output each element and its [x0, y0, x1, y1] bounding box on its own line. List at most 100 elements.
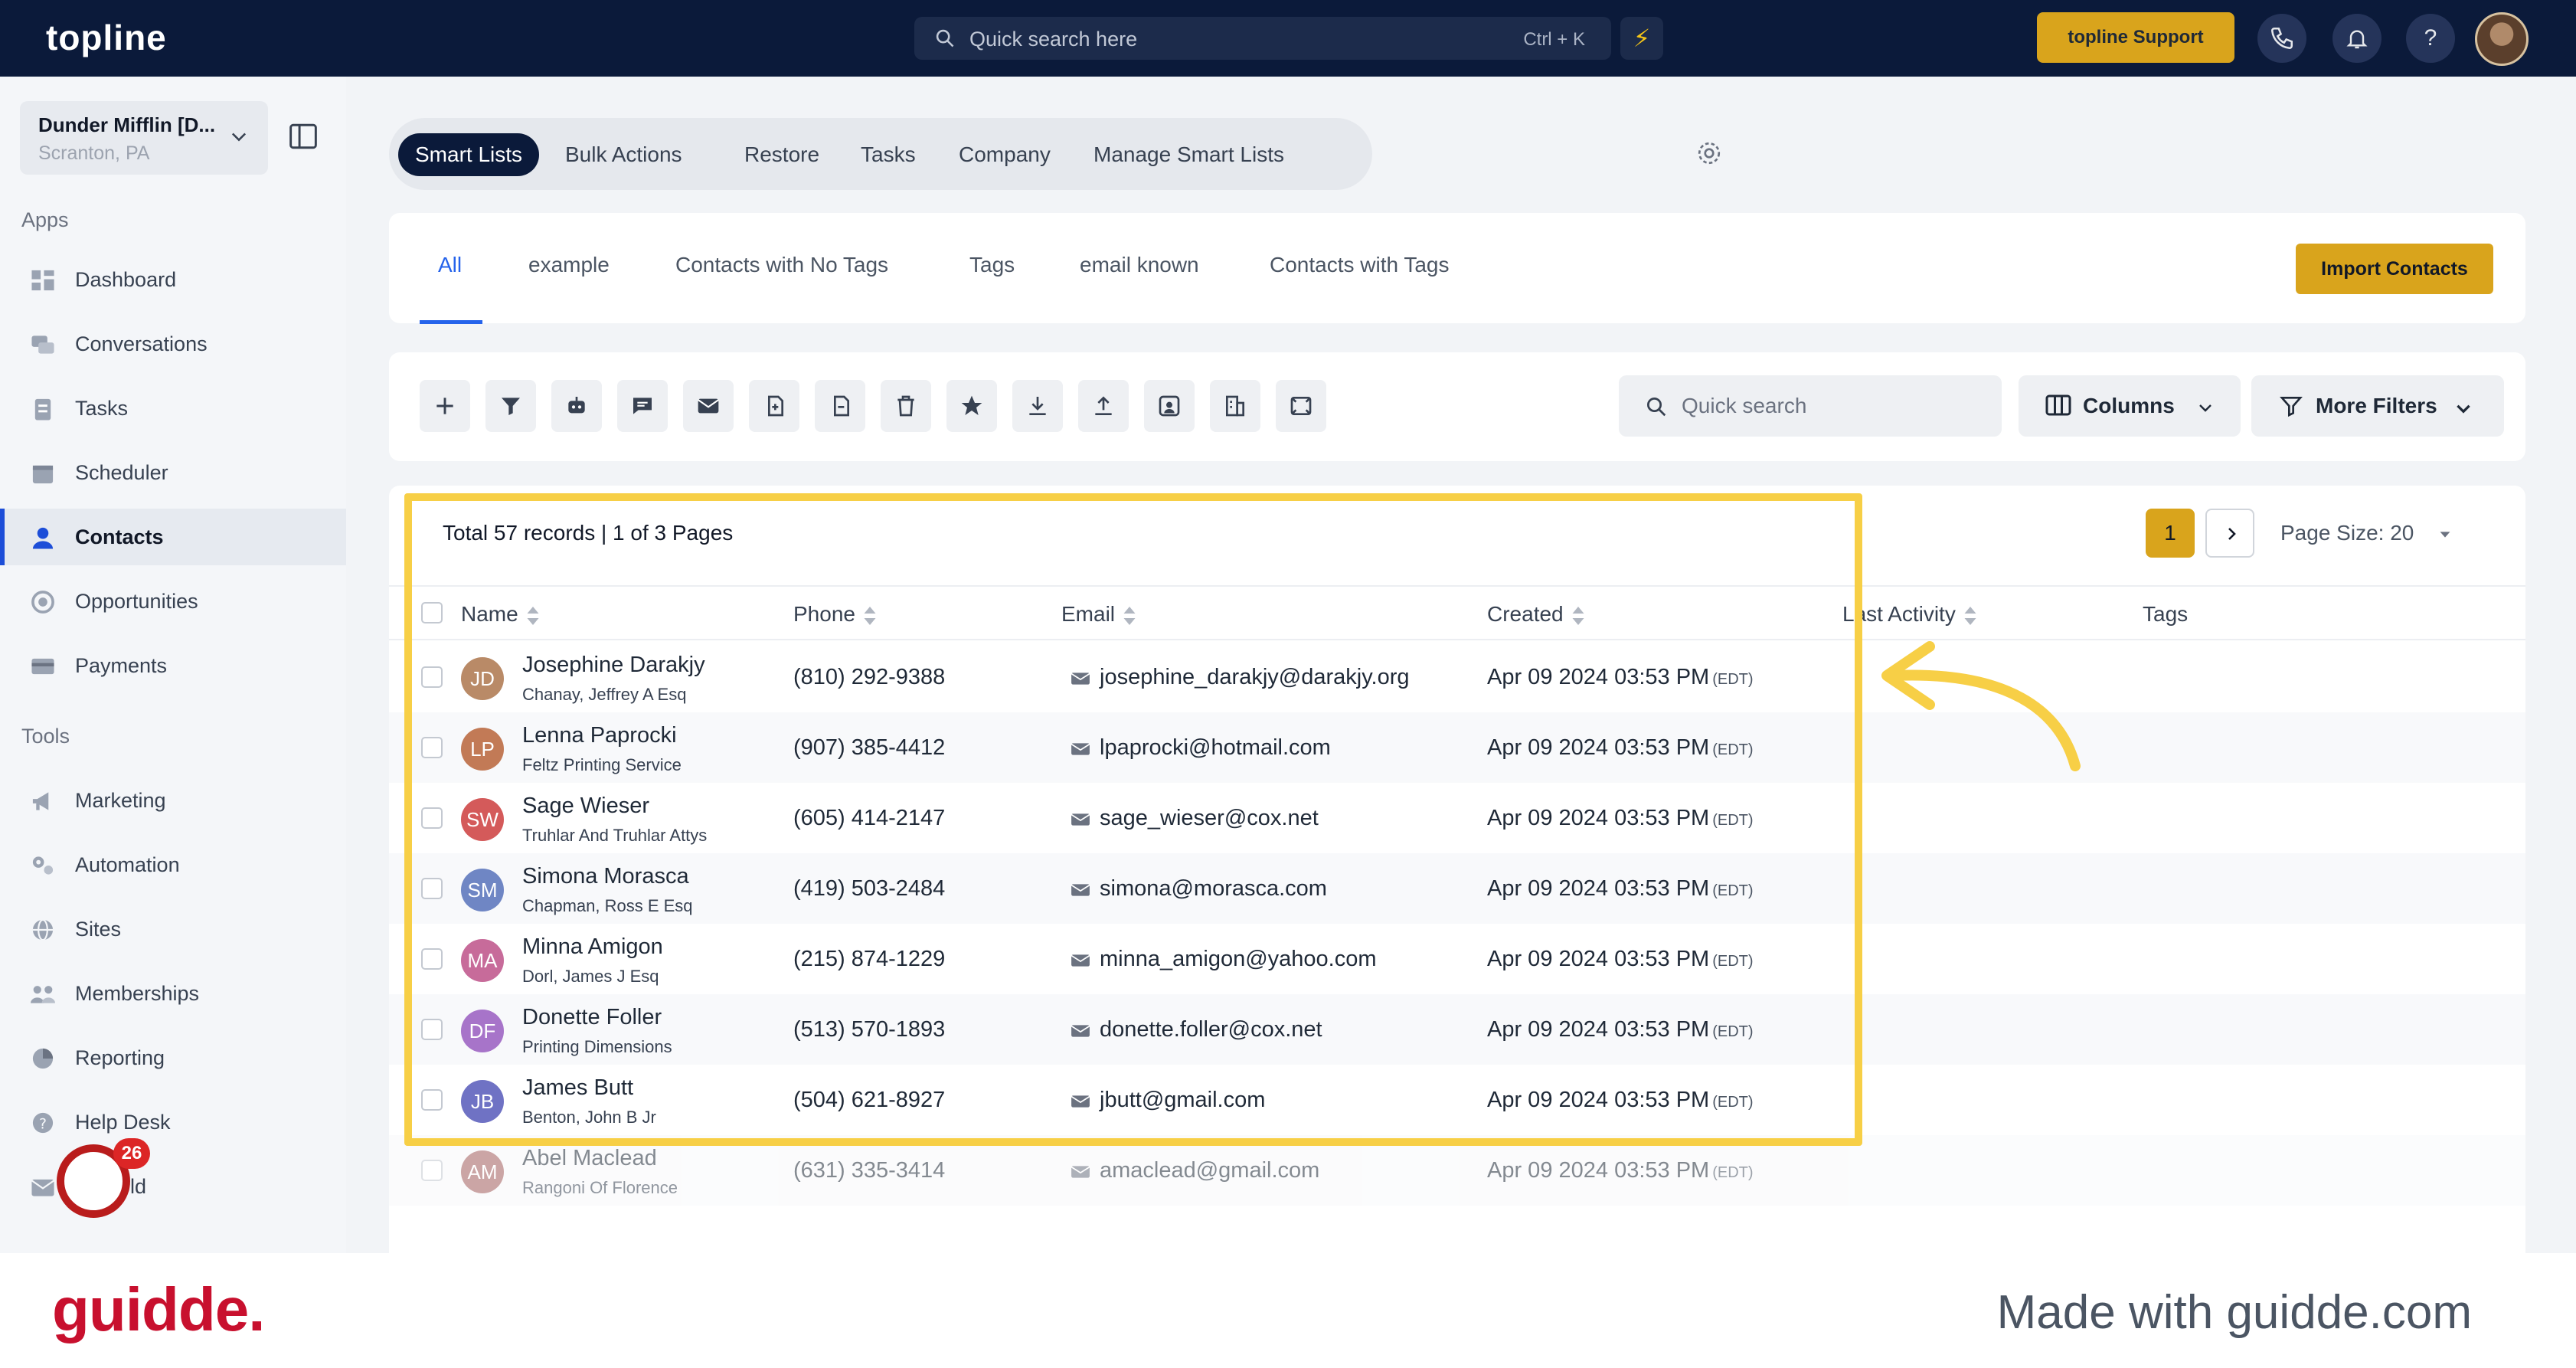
company-button[interactable]: [1210, 380, 1260, 432]
sidebar-item-help-desk[interactable]: ? Help Desk: [0, 1094, 346, 1150]
columns-icon: [2045, 394, 2071, 416]
support-button[interactable]: topline Support: [2037, 12, 2234, 63]
merge-button[interactable]: [1144, 380, 1195, 432]
tab-email-known[interactable]: email known: [1080, 253, 1199, 277]
import-contacts-button[interactable]: Import Contacts: [2296, 244, 2493, 294]
bell-icon[interactable]: [2332, 14, 2381, 63]
lightning-icon[interactable]: ⚡: [1620, 17, 1663, 60]
target-icon: [31, 591, 54, 614]
card-view-button[interactable]: [1276, 380, 1326, 432]
sidebar-item-payments[interactable]: Payments: [0, 637, 346, 694]
user-avatar[interactable]: [2475, 12, 2529, 66]
contact-company: Rangoni Of Florence: [522, 1178, 678, 1197]
sidebar-item-sites[interactable]: Sites: [0, 901, 346, 957]
gear-icon[interactable]: [1695, 139, 1723, 167]
tab-company[interactable]: Company: [942, 133, 1067, 176]
sidebar-item-mailfold[interactable]: Mailfold: [0, 1158, 346, 1215]
row-checkbox[interactable]: [421, 1160, 443, 1181]
more-filters-button[interactable]: More Filters: [2251, 375, 2504, 437]
column-header-tags[interactable]: Tags: [2143, 602, 2188, 627]
clipboard-icon: [34, 398, 51, 421]
phone-icon[interactable]: [2257, 14, 2306, 63]
tab-restore[interactable]: Restore: [727, 133, 836, 176]
add-tag-button[interactable]: [749, 380, 799, 432]
contact-email[interactable]: amaclead@gmail.com: [1100, 1158, 1319, 1183]
email-button[interactable]: [683, 380, 734, 432]
tab-all[interactable]: All: [438, 253, 462, 277]
tab-tags[interactable]: Tags: [969, 253, 1015, 277]
pagination-page-1[interactable]: 1: [2146, 509, 2195, 558]
sidebar-item-contacts[interactable]: Contacts: [0, 509, 346, 565]
tab-bulk-actions[interactable]: Bulk Actions: [548, 133, 699, 176]
global-search-input[interactable]: Quick search here Ctrl + K: [914, 17, 1611, 60]
sidebar-item-label: Conversations: [75, 332, 208, 355]
calendar-icon: [32, 465, 54, 484]
app-logo[interactable]: topline: [46, 17, 167, 58]
svg-text:?: ?: [39, 1115, 47, 1132]
guidde-logo: guidde.: [52, 1275, 265, 1343]
page-size-select[interactable]: Page Size: 20: [2280, 521, 2450, 545]
help-icon[interactable]: ?: [2406, 14, 2455, 63]
sidebar-item-marketing[interactable]: Marketing: [0, 772, 346, 829]
column-header-last-activity[interactable]: Last Activity: [1842, 602, 1977, 627]
tab-example[interactable]: example: [528, 253, 610, 277]
quick-search-input[interactable]: Quick search: [1619, 375, 2002, 437]
search-shortcut: Ctrl + K: [1523, 29, 1585, 50]
dashboard-icon: [31, 270, 54, 291]
message-icon: [633, 398, 652, 414]
sms-button[interactable]: [617, 380, 668, 432]
sort-icon: [1964, 606, 1976, 625]
import-button[interactable]: [1012, 380, 1063, 432]
contact-name[interactable]: Abel Maclead: [522, 1146, 657, 1171]
filter-button[interactable]: [485, 380, 536, 432]
tab-contacts-no-tags[interactable]: Contacts with No Tags: [675, 253, 888, 277]
person-icon: [32, 527, 54, 549]
smart-list-tabs: All example Contacts with No Tags Tags e…: [389, 213, 2525, 324]
tab-smart-lists[interactable]: Smart Lists: [398, 133, 540, 176]
cogs-icon: [32, 856, 54, 875]
sidebar-collapse-icon[interactable]: [288, 123, 319, 150]
contact-created: Apr 09 2024 03:53 PM (EDT): [1487, 1158, 1754, 1183]
page-size-label: Page Size: 20: [2280, 521, 2414, 545]
contacts-toolbar: Quick search Columns More Filters: [389, 352, 2525, 461]
building-icon: [1226, 395, 1244, 417]
pagination-next-button[interactable]: [2205, 509, 2254, 558]
sidebar-item-label: Sites: [75, 918, 122, 941]
automation-button[interactable]: [551, 380, 602, 432]
robot-icon: [568, 397, 585, 414]
sidebar-item-opportunities[interactable]: Opportunities: [0, 573, 346, 630]
sidebar-item-conversations[interactable]: Conversations: [0, 316, 346, 372]
chevron-right-icon: [2228, 528, 2236, 540]
sidebar-item-label: Help Desk: [75, 1111, 171, 1134]
sidebar-item-scheduler[interactable]: Scheduler: [0, 444, 346, 501]
chevron-down-icon: [231, 133, 247, 142]
sidebar-item-automation[interactable]: Automation: [0, 836, 346, 893]
account-name: Dunder Mifflin [D...: [38, 113, 216, 136]
contact-phone[interactable]: (631) 335-3414: [793, 1158, 945, 1183]
sidebar-item-reporting[interactable]: Reporting: [0, 1029, 346, 1086]
sidebar-item-label: Payments: [75, 654, 168, 677]
export-button[interactable]: [1078, 380, 1129, 432]
tag-add-icon: [768, 395, 783, 417]
guidde-footer: guidde. Made with guidde.com: [0, 1253, 2576, 1368]
chevron-down-icon: [2199, 404, 2212, 412]
highlight-frame: [404, 493, 1862, 1146]
tools-section-label: Tools: [21, 725, 70, 748]
sidebar-item-dashboard[interactable]: Dashboard: [0, 251, 346, 308]
account-switcher[interactable]: Dunder Mifflin [D... Scranton, PA: [20, 101, 268, 175]
sidebar-item-memberships[interactable]: Memberships: [0, 965, 346, 1022]
delete-button[interactable]: [881, 380, 931, 432]
sidebar-item-tasks[interactable]: Tasks: [0, 380, 346, 437]
tab-tasks[interactable]: Tasks: [844, 133, 933, 176]
remove-tag-button[interactable]: [815, 380, 865, 432]
annotation-arrow-icon: [1881, 641, 2081, 771]
tab-manage-smart-lists[interactable]: Manage Smart Lists: [1077, 133, 1301, 176]
add-contact-button[interactable]: [420, 380, 470, 432]
review-button[interactable]: [946, 380, 997, 432]
upload-icon: [1095, 396, 1112, 415]
people-icon: [31, 986, 55, 1003]
columns-button[interactable]: Columns: [2019, 375, 2241, 437]
tab-contacts-with-tags[interactable]: Contacts with Tags: [1270, 253, 1450, 277]
sidebar-item-label: Scheduler: [75, 461, 168, 484]
card-icon: [31, 658, 54, 675]
